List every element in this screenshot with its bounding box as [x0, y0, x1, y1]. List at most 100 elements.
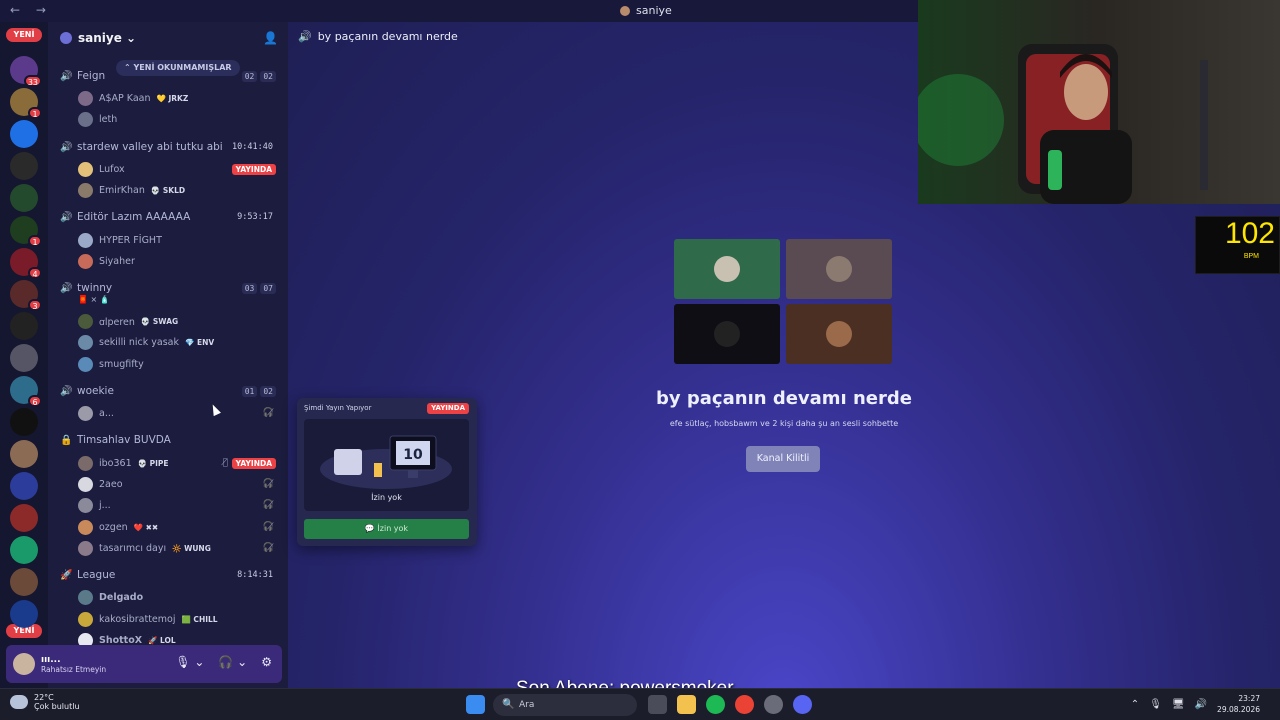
server-icon[interactable] [10, 536, 38, 564]
voice-channel-name: woekie [77, 385, 114, 397]
voice-user[interactable]: leth [48, 109, 288, 129]
server-icon[interactable] [10, 440, 38, 468]
my-username: ııı... [41, 654, 61, 665]
voice-user[interactable]: A$AP Kaan 💛 JRKZ [48, 88, 288, 108]
server-icon[interactable] [10, 184, 38, 212]
avatar [78, 253, 93, 269]
server-icon[interactable]: 6 [10, 376, 42, 407]
discord-icon[interactable] [793, 695, 812, 714]
voice-user[interactable]: 2aeo 🎧̸ [48, 474, 288, 494]
voice-channel-editor[interactable]: 🔊 Editör Lazım AAAAAA 9:53:17 [48, 207, 288, 227]
user-name: a... [99, 407, 114, 419]
weather-widget[interactable]: 22°C Çok bulutlu [10, 693, 80, 711]
avatar [78, 455, 93, 471]
channel-counter: 01 02 [241, 385, 276, 397]
channel-locked-button[interactable]: Kanal Kilitli [746, 446, 820, 472]
new-pill-top[interactable]: YENİ [6, 28, 42, 42]
headphones-icon[interactable]: 🎧 ⌄ [218, 655, 247, 669]
voice-user[interactable]: Delgado [48, 587, 288, 607]
server-icon[interactable]: 1 [10, 216, 42, 247]
clock[interactable]: 23:27 29.08.2026 [1217, 693, 1260, 715]
user-name: ibo361 [99, 457, 132, 469]
voice-user[interactable]: smugfifty [48, 354, 288, 374]
participant-tile[interactable] [786, 239, 892, 299]
voice-channel-woekie[interactable]: 🔊 woekie 01 02 [48, 381, 288, 401]
my-avatar[interactable] [13, 653, 35, 675]
voice-user[interactable]: ibo361 💀 PIPE 🎙̸ YAYINDA [48, 453, 288, 473]
voice-user[interactable]: ꭤlperen 💀 SWAG [48, 311, 288, 331]
microphone-icon[interactable]: 🎙 ⌄ [175, 655, 204, 669]
server-icon[interactable] [10, 472, 38, 500]
invite-people-icon[interactable]: 👤 [263, 31, 278, 45]
channel-title: by paçanın devamı nerde [317, 30, 458, 43]
server-icon[interactable] [10, 504, 38, 532]
tray-chevron-icon[interactable]: ⌃ [1131, 699, 1139, 710]
heart-rate-widget: 102 BPM [1195, 216, 1280, 274]
search-placeholder: Ara [519, 700, 535, 710]
server-header[interactable]: saniye ⌄ 👤 [48, 22, 288, 54]
user-name: ozgen [99, 521, 128, 533]
voice-channel-name: Timsahlav BUVDA [77, 434, 171, 446]
server-icon[interactable]: 33 [10, 56, 42, 87]
server-icon[interactable]: 4 [10, 248, 42, 279]
windows-start-icon[interactable] [466, 695, 485, 714]
voice-user[interactable]: EmirKhan 💀 SKLD [48, 180, 288, 200]
user-tag: 🚀 LOL [148, 635, 176, 645]
voice-user[interactable]: HYPER FİGHT [48, 230, 288, 250]
user-name: HYPER FİGHT [99, 234, 162, 246]
cloud-icon [10, 695, 28, 709]
no-permission-button[interactable]: 💬 İzin yok [304, 519, 469, 539]
server-name: saniye ⌄ [78, 31, 137, 45]
settings-gear-icon[interactable]: ⚙ [261, 655, 272, 669]
voice-user[interactable]: a... 🎧̸ [48, 403, 288, 423]
network-icon[interactable]: 🖥 [1172, 699, 1185, 710]
server-icon[interactable] [10, 152, 38, 180]
voice-controls: 🎙 ⌄ 🎧 ⌄ ⚙ [175, 655, 272, 669]
volume-icon[interactable]: 🔊 [1195, 699, 1207, 710]
speaker-icon: 🔊 [60, 211, 73, 223]
taskbar-search[interactable]: 🔍 Ara [493, 694, 637, 716]
file-explorer-icon[interactable] [677, 695, 696, 714]
chrome-icon[interactable] [735, 695, 754, 714]
user-name: ꭤlperen [99, 316, 135, 328]
spotify-icon[interactable] [706, 695, 725, 714]
voice-user[interactable]: kakosibrattemoj 🟩 CHILL [48, 609, 288, 629]
voice-channel-stardew[interactable]: 🔊 stardew valley abi tutku abi 10:41:40 [48, 137, 288, 157]
app-icon[interactable] [764, 695, 783, 714]
voice-user[interactable]: j... 🎧̸ [48, 495, 288, 515]
mention-badge: 1 [28, 107, 42, 119]
participant-tile[interactable] [674, 304, 780, 364]
voice-user[interactable]: sekilli nick yasak 💎 ENV [48, 332, 288, 352]
nav-arrows[interactable]: ← → [10, 3, 52, 17]
voice-channel-league[interactable]: 🚀 League 8:14:31 [48, 565, 288, 585]
server-icon[interactable] [10, 312, 38, 340]
bpm-value: 102 [1224, 217, 1275, 250]
participant-tile[interactable] [786, 304, 892, 364]
user-name: kakosibrattemoj [99, 613, 176, 625]
task-view-icon[interactable] [648, 695, 667, 714]
voice-user[interactable]: Lufox YAYINDA [48, 159, 288, 179]
server-icon[interactable] [10, 408, 38, 436]
voice-user[interactable]: ozgen ❤️ ✖✖ 🎧̸ [48, 517, 288, 537]
weather-desc: Çok bulutlu [34, 702, 80, 711]
server-icon[interactable] [10, 120, 38, 148]
voice-user[interactable]: tasarımcı dayı 🔆 WUNG 🎧̸ [48, 538, 288, 558]
channel-timer: 8:14:31 [234, 569, 276, 581]
server-icon[interactable]: 1 [10, 88, 42, 119]
voice-user[interactable]: Siyaher [48, 251, 288, 271]
server-icon[interactable] [10, 568, 38, 596]
participant-tile[interactable] [674, 239, 780, 299]
mic-tray-icon[interactable]: 🎙 [1149, 699, 1162, 710]
avatar [78, 161, 93, 177]
user-name: smugfifty [99, 358, 144, 370]
server-icon[interactable] [10, 600, 38, 628]
voice-channel-timsahlav[interactable]: 🔒 Timsahlav BUVDA [48, 430, 288, 450]
clock-date: 29.08.2026 [1217, 705, 1260, 714]
server-icon[interactable]: 3 [10, 280, 42, 311]
server-icon[interactable] [10, 344, 38, 372]
lock-icon: 🔒 [60, 434, 73, 446]
user-panel-names[interactable]: ııı... Rahatsız Etmeyin [41, 655, 106, 674]
avatar [78, 497, 93, 513]
timer-text: 9:53:17 [237, 212, 273, 222]
voice-channel-feign[interactable]: 🔊 Feign 02 02 [48, 66, 288, 86]
